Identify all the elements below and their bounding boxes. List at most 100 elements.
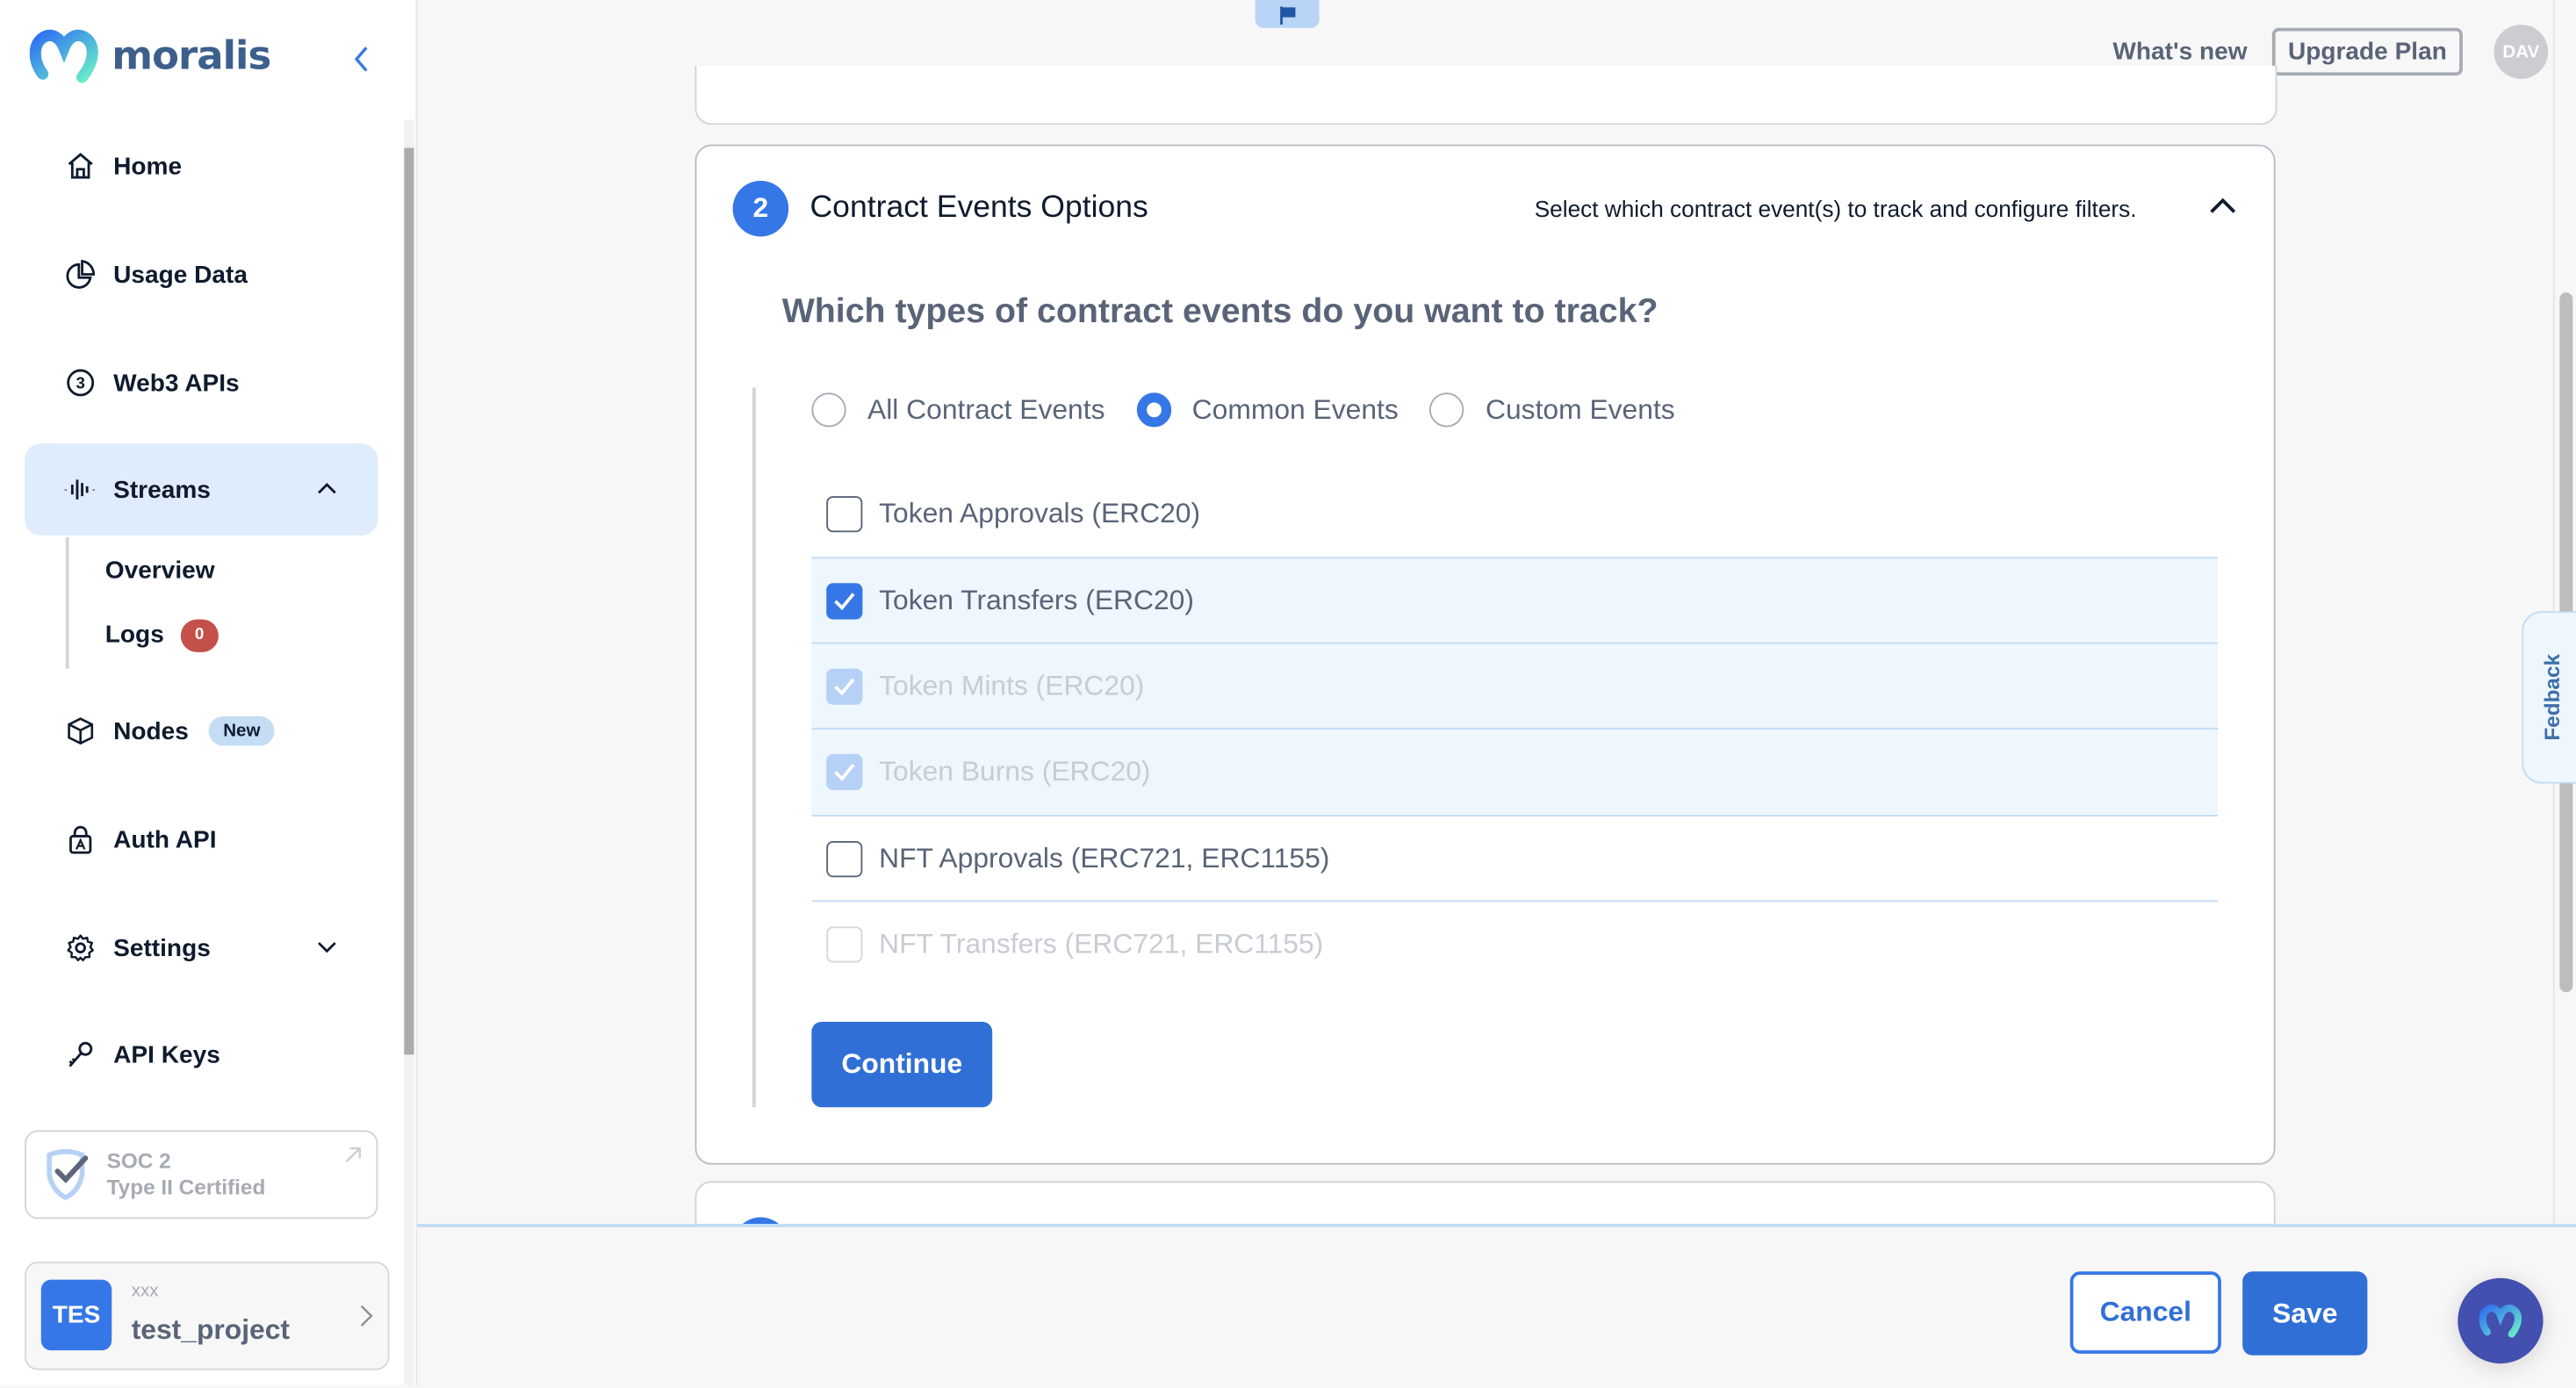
moralis-logo[interactable]: moralis [29,28,271,84]
cancel-button[interactable]: Cancel [2069,1271,2221,1354]
sidebar-item-web3-apis[interactable]: 3 Web3 APIs [25,337,378,429]
web3-coin-icon: 3 [64,366,97,399]
chevron-down-icon[interactable] [315,935,338,958]
sidebar-item-nodes[interactable]: Nodes New [25,685,378,777]
checkbox-checked-disabled [826,668,863,705]
new-badge: New [208,716,276,746]
checkmark-icon [834,763,855,781]
option-token-mints: Token Mints (ERC20) [811,642,2219,730]
sidebar: moralis Home Usage Data 3 Web3 APIs Stre… [0,0,418,1385]
sidebar-item-label: Settings [113,933,211,962]
sidebar-item-label: API Keys [113,1040,220,1069]
step-number-badge: 2 [732,180,789,237]
radio-circle-selected [1136,392,1171,428]
radio-label: All Contract Events [867,393,1105,425]
radio-custom-events[interactable]: Custom Events [1429,392,1675,428]
chevron-right-icon [360,1305,373,1327]
sidebar-item-usage-data[interactable]: Usage Data [25,228,378,320]
moralis-chat-icon [2479,1305,2522,1338]
option-nft-approvals[interactable]: NFT Approvals (ERC721, ERC1155) [811,815,2219,902]
sidebar-item-label: Auth API [113,825,217,854]
project-avatar: TES [40,1279,112,1351]
flag-icon [1279,5,1295,25]
sidebar-item-auth-api[interactable]: Auth API [25,794,378,886]
project-name: test_project [131,1313,291,1346]
project-org: xxx [131,1281,159,1301]
sidebar-item-api-keys[interactable]: API Keys [25,1009,378,1101]
checkmark-icon [834,678,855,696]
event-type-question: Which types of contract events do you wa… [781,292,1659,331]
project-switcher[interactable]: TES xxx test_project [25,1262,390,1370]
user-avatar[interactable]: DAV [2493,25,2549,79]
save-button[interactable]: Save [2242,1271,2368,1356]
cube-icon [64,715,97,747]
card-title: Contract Events Options [809,191,1148,226]
radio-circle [811,392,846,428]
checkbox-unchecked[interactable] [826,841,863,878]
sidebar-subitem-overview[interactable]: Overview [105,557,215,585]
sidebar-item-label: Home [113,152,183,180]
section-guide-line [752,387,756,1108]
option-label: Token Burns (ERC20) [879,755,1151,787]
card-description: Select which contract event(s) to track … [1534,195,2137,222]
sidebar-item-streams[interactable]: Streams [25,443,378,536]
sidebar-scrollbar[interactable] [404,147,414,1055]
svg-text:3: 3 [76,374,84,392]
sidebar-item-label: Web3 APIs [113,369,240,397]
subitem-label: Logs [104,621,164,650]
sidebar-item-label: Streams [113,475,211,504]
checkbox-checked-disabled [826,753,863,791]
chat-assistant-button[interactable] [2457,1277,2544,1364]
subitem-label: Overview [104,557,215,586]
soc2-certification-badge[interactable]: SOC 2 Type II Certified [25,1130,378,1219]
key-icon [64,1039,97,1071]
option-label: Token Transfers (ERC20) [879,585,1194,616]
logs-count-badge: 0 [180,619,219,652]
streams-waveform-icon [64,473,97,506]
collapse-card-chevron-up-icon[interactable] [2208,194,2238,217]
sidebar-subitem-logs[interactable]: Logs 0 [104,619,219,652]
radio-label: Custom Events [1486,393,1675,425]
checkbox-checked[interactable] [826,583,863,620]
option-label: NFT Transfers (ERC721, ERC1155) [879,928,1324,960]
brand-name: moralis [112,32,271,79]
option-token-approvals[interactable]: Token Approvals (ERC20) [811,471,2218,557]
checkbox-unchecked[interactable] [826,496,863,533]
sidebar-item-label: Nodes [113,716,189,745]
soc-line1: SOC 2 [106,1147,171,1174]
option-label: Token Mints (ERC20) [879,670,1145,702]
contract-events-options-card: 2 Contract Events Options Select which c… [694,144,2276,1165]
flag-tab[interactable] [1255,0,1320,28]
checkmark-icon [834,593,855,611]
option-token-transfers[interactable]: Token Transfers (ERC20) [811,557,2219,644]
event-type-radio-group: All Contract Events Common Events Custom… [811,392,1706,428]
app-window: moralis Home Usage Data 3 Web3 APIs Stre… [0,0,2576,1388]
external-link-arrow-icon [346,1147,361,1162]
option-label: NFT Approvals (ERC721, ERC1155) [879,842,1330,874]
radio-circle [1429,392,1464,428]
continue-button[interactable]: Continue [811,1021,993,1108]
lock-icon [64,823,97,855]
feedback-label: Fedback [2538,653,2565,741]
sidebar-item-home[interactable]: Home [25,120,378,212]
radio-common-events[interactable]: Common Events [1136,392,1399,428]
gear-icon [64,931,97,964]
feedback-tab[interactable]: Fedback [2522,611,2576,784]
collapse-sidebar-icon[interactable] [349,43,375,76]
checkbox-disabled [826,926,863,963]
sidebar-item-label: Usage Data [113,260,248,289]
chevron-up-icon[interactable] [315,477,338,500]
submenu-guide-line [65,536,69,669]
radio-label: Common Events [1191,393,1399,425]
previous-step-card [694,65,2277,126]
option-nft-transfers: NFT Transfers (ERC721, ERC1155) [811,900,2219,987]
option-token-burns: Token Burns (ERC20) [811,727,2219,816]
whats-new-link[interactable]: What's new [2112,38,2247,66]
option-label: Token Approvals (ERC20) [879,497,1201,529]
pie-chart-icon [64,258,97,291]
shield-check-icon [47,1148,89,1201]
moralis-logo-icon [29,29,98,83]
upgrade-plan-button[interactable]: Upgrade Plan [2271,27,2463,76]
sidebar-item-settings[interactable]: Settings [25,902,378,994]
radio-all-contract-events[interactable]: All Contract Events [811,392,1105,428]
